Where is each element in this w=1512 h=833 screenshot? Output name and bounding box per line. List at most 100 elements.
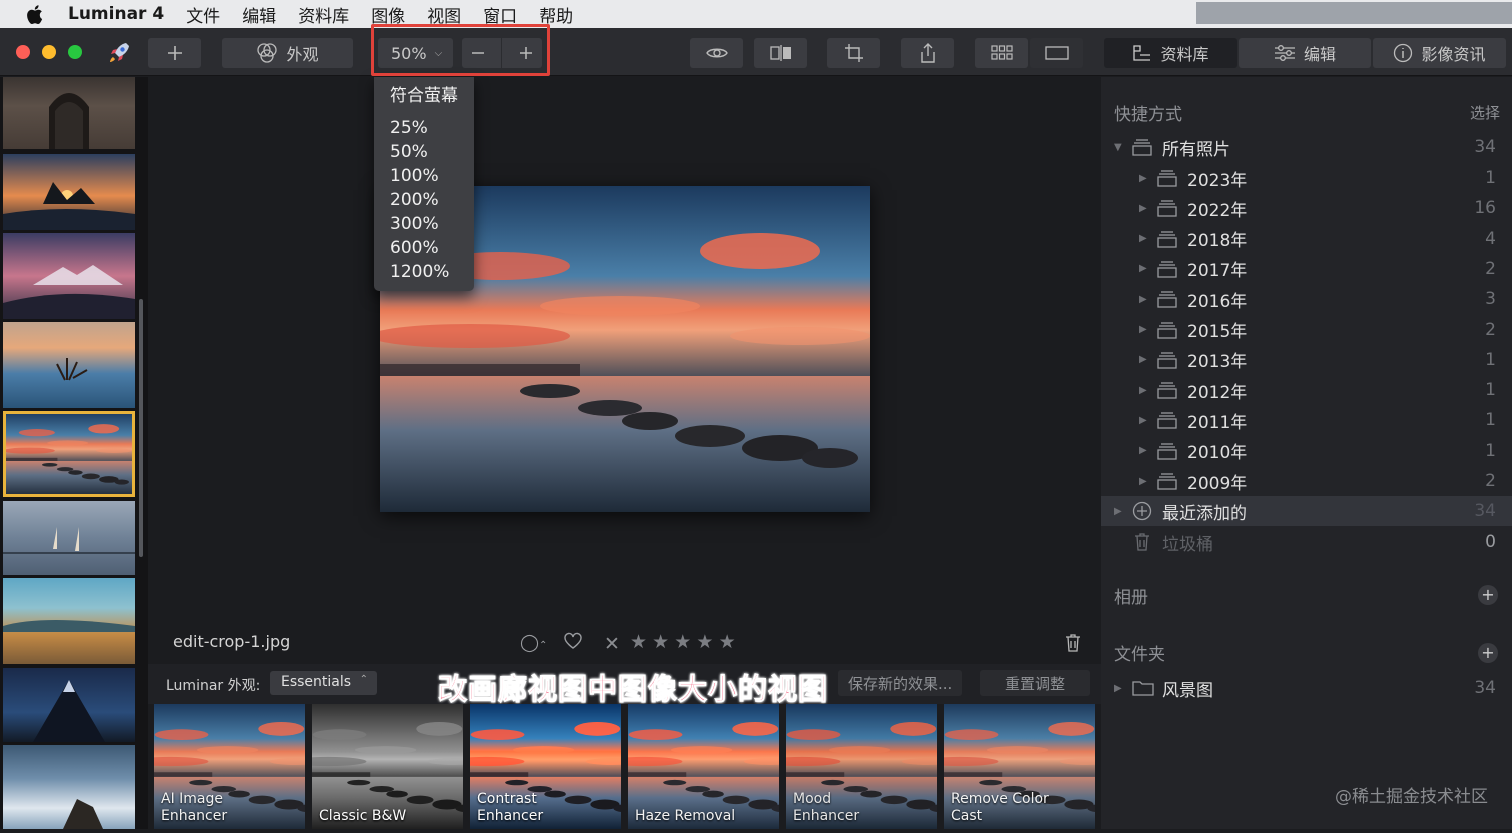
gallery-view-button[interactable] — [975, 38, 1028, 68]
triangle-right-icon[interactable]: ▶ — [1139, 173, 1147, 184]
sidebar-item-year[interactable]: ▶ 2023年 1 — [1101, 163, 1512, 193]
reset-adjustments-button[interactable]: 重置调整 — [980, 670, 1090, 696]
sidebar-item-year[interactable]: ▶ 2015年 2 — [1101, 315, 1512, 345]
add-photos-button[interactable] — [148, 38, 201, 68]
zoom-option-300[interactable]: 300% — [390, 214, 439, 234]
sidebar-item-label: 2016年 — [1187, 291, 1248, 312]
compare-button[interactable] — [754, 38, 807, 68]
triangle-right-icon[interactable]: ▶ — [1114, 683, 1122, 694]
menu-help[interactable]: 帮助 — [539, 2, 573, 27]
zoom-option-1200[interactable]: 1200% — [390, 262, 449, 282]
preset-remove-color-cast[interactable]: Remove Color Cast — [944, 704, 1095, 829]
sidebar-item-label: 最近添加的 — [1162, 503, 1247, 524]
tab-edit[interactable]: 编辑 — [1239, 38, 1371, 68]
close-window-button[interactable] — [16, 45, 30, 59]
zoom-option-100[interactable]: 100% — [390, 166, 439, 186]
sidebar-item-year[interactable]: ▶ 2012年 1 — [1101, 375, 1512, 405]
triangle-right-icon[interactable]: ▶ — [1139, 415, 1147, 426]
preset-contrast-enhancer[interactable]: Contrast Enhancer — [470, 704, 621, 829]
preset-ai-image-enhancer[interactable]: AI Image Enhancer — [154, 704, 305, 829]
thumbnail-9[interactable] — [3, 745, 135, 829]
heart-icon[interactable] — [563, 632, 583, 654]
trash-icon[interactable] — [1064, 633, 1082, 657]
sidebar-item-label: 2023年 — [1187, 170, 1248, 191]
add-folder-button[interactable]: + — [1478, 643, 1498, 663]
sidebar-item-year[interactable]: ▶ 2011年 1 — [1101, 405, 1512, 435]
triangle-right-icon[interactable]: ▶ — [1139, 324, 1147, 335]
apple-icon[interactable] — [0, 4, 68, 24]
filmstrip-scrollbar[interactable] — [139, 299, 143, 557]
compare-icon — [769, 45, 791, 61]
star-icon[interactable]: ★ — [696, 631, 713, 653]
chevron-up-icon: ⌃ — [359, 674, 369, 685]
zoom-option-25[interactable]: 25% — [390, 118, 428, 138]
thumbnail-2[interactable] — [3, 154, 135, 230]
tab-info[interactable]: 影像资讯 — [1373, 38, 1506, 68]
thumbnail-7[interactable] — [3, 578, 135, 664]
sidebar-item-year[interactable]: ▶ 2009年 2 — [1101, 466, 1512, 496]
triangle-down-icon[interactable]: ▼ — [1114, 142, 1122, 153]
menu-file[interactable]: 文件 — [186, 2, 220, 27]
triangle-right-icon[interactable]: ▶ — [1139, 445, 1147, 456]
app-name-menu[interactable]: Luminar 4 — [68, 4, 164, 24]
sidebar-item-folder[interactable]: ▶ 风景图 34 — [1101, 673, 1512, 703]
triangle-right-icon[interactable]: ▶ — [1139, 263, 1147, 274]
preset-label: Mood Enhancer — [793, 791, 860, 824]
triangle-right-icon[interactable]: ▶ — [1139, 354, 1147, 365]
menu-window[interactable]: 窗口 — [483, 2, 517, 27]
zoom-option-200[interactable]: 200% — [390, 190, 439, 210]
star-icon[interactable]: ★ — [652, 631, 669, 653]
menu-library[interactable]: 资料库 — [298, 2, 349, 27]
add-album-button[interactable]: + — [1478, 585, 1498, 605]
looks-button[interactable]: 外观 — [222, 38, 353, 68]
star-rating[interactable]: ★ ★ ★ ★ ★ — [630, 631, 736, 653]
triangle-right-icon[interactable]: ▶ — [1139, 203, 1147, 214]
preset-classic-bw[interactable]: Classic B&W — [312, 704, 463, 829]
sidebar-item-year[interactable]: ▶ 2022年 16 — [1101, 193, 1512, 223]
looks-icon — [257, 43, 278, 63]
triangle-right-icon[interactable]: ▶ — [1139, 385, 1147, 396]
thumbnail-3[interactable] — [3, 233, 135, 319]
sidebar-item-year[interactable]: ▶ 2013年 1 — [1101, 345, 1512, 375]
thumbnail-1[interactable] — [3, 77, 135, 149]
triangle-right-icon[interactable]: ▶ — [1139, 476, 1147, 487]
zoom-option-50[interactable]: 50% — [390, 142, 428, 162]
triangle-right-icon[interactable]: ▶ — [1114, 506, 1122, 517]
single-view-button[interactable] — [1030, 38, 1083, 68]
select-button[interactable]: 选择 — [1470, 102, 1500, 123]
star-icon[interactable]: ★ — [674, 631, 691, 653]
zoom-option-600[interactable]: 600% — [390, 238, 439, 258]
sidebar-item-trash[interactable]: 垃圾桶 0 — [1101, 527, 1512, 557]
sidebar-item-recently-added[interactable]: ▶ 最近添加的 34 — [1101, 496, 1512, 526]
triangle-right-icon[interactable]: ▶ — [1139, 233, 1147, 244]
star-icon[interactable]: ★ — [630, 631, 647, 653]
preview-button[interactable] — [690, 38, 743, 68]
reject-x-icon[interactable]: ✕ — [604, 633, 620, 655]
triangle-right-icon[interactable]: ▶ — [1139, 294, 1147, 305]
preset-haze-removal[interactable]: Haze Removal — [628, 704, 779, 829]
zoom-window-button[interactable] — [68, 45, 82, 59]
looks-collection-select[interactable]: Essentials ⌃ — [270, 671, 378, 695]
thumbnail-4[interactable] — [3, 322, 135, 408]
sidebar-item-year[interactable]: ▶ 2016年 3 — [1101, 284, 1512, 314]
sidebar-item-year[interactable]: ▶ 2010年 1 — [1101, 436, 1512, 466]
star-icon[interactable]: ★ — [719, 631, 736, 653]
crop-button[interactable] — [827, 38, 880, 68]
rocket-icon[interactable] — [106, 40, 132, 70]
sidebar-item-year[interactable]: ▶ 2017年 2 — [1101, 254, 1512, 284]
save-look-button[interactable]: 保存新的效果... — [838, 670, 963, 696]
thumbnail-5-selected[interactable] — [3, 411, 135, 497]
sidebar-item-all-photos[interactable]: ▼ 所有照片 34 — [1101, 132, 1512, 162]
thumbnail-8[interactable] — [3, 668, 135, 742]
menu-edit[interactable]: 编辑 — [242, 2, 276, 27]
menu-image[interactable]: 图像 — [371, 2, 405, 27]
share-button[interactable] — [901, 38, 954, 68]
zoom-option-fit[interactable]: 符合萤幕 — [390, 81, 458, 106]
thumbnail-6[interactable] — [3, 501, 135, 575]
tab-library[interactable]: 资料库 — [1104, 38, 1237, 68]
preset-mood-enhancer[interactable]: Mood Enhancer — [786, 704, 937, 829]
minimize-window-button[interactable] — [42, 45, 56, 59]
menu-view[interactable]: 视图 — [427, 2, 461, 27]
sidebar-item-year[interactable]: ▶ 2018年 4 — [1101, 224, 1512, 254]
color-label-circle-icon[interactable]: ◯⌃ — [520, 633, 547, 653]
